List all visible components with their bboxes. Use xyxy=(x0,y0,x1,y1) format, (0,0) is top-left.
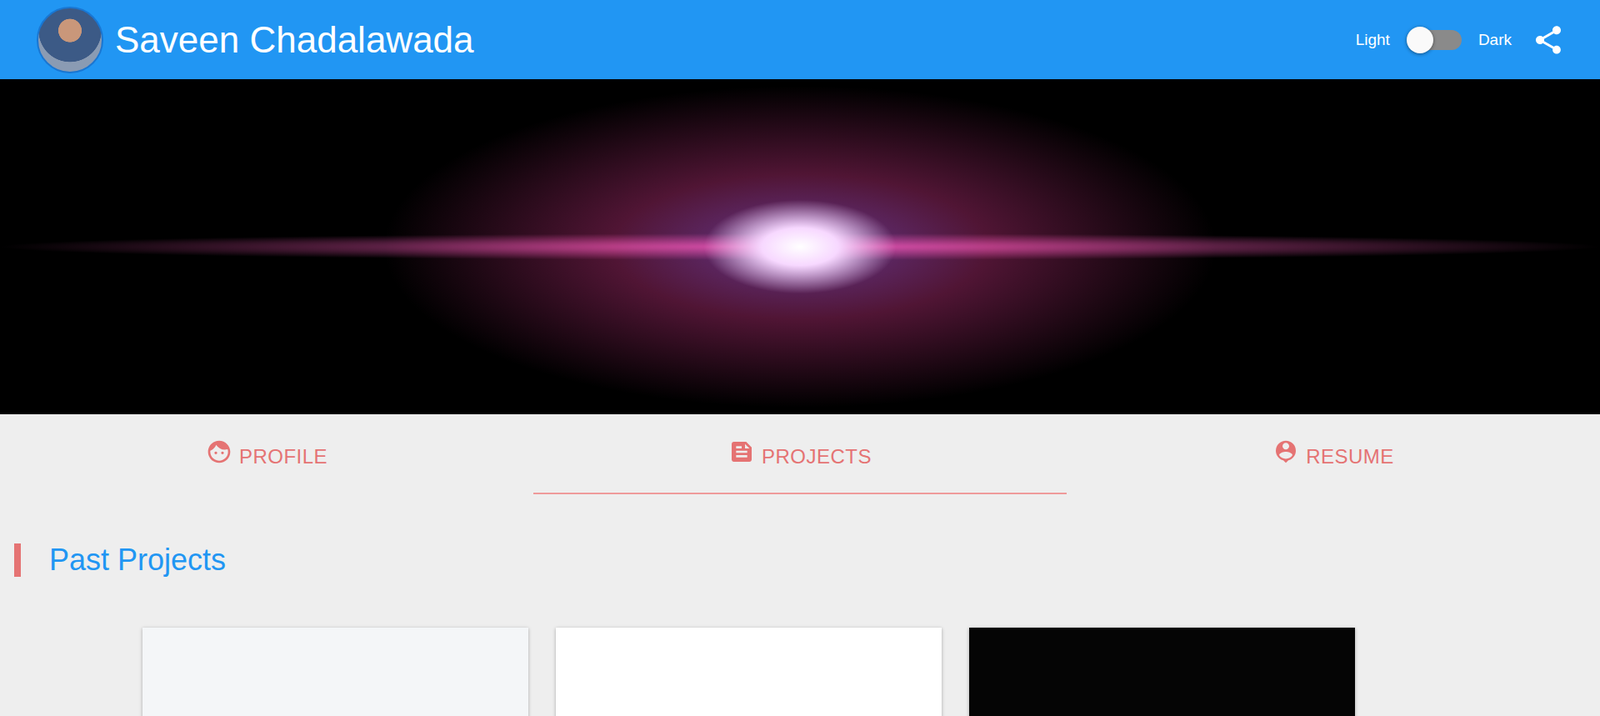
heading-accent xyxy=(14,543,21,577)
project-cards xyxy=(14,627,1586,716)
tab-icon xyxy=(728,438,755,465)
project-card[interactable] xyxy=(969,627,1355,716)
theme-switch[interactable] xyxy=(1406,30,1462,50)
share-icon[interactable] xyxy=(1531,23,1565,57)
tab[interactable]: PROJECTS xyxy=(533,414,1067,495)
app-header: Saveen Chadalawada Light Dark xyxy=(0,0,1600,80)
tab-bar: PROFILE PROJECTS RESUME xyxy=(0,414,1600,495)
tab-icon xyxy=(1272,438,1300,465)
tab-label: RESUME xyxy=(1305,445,1395,469)
header-controls: Light Dark xyxy=(1355,23,1565,57)
avatar xyxy=(36,6,104,74)
tab-icon-wrap xyxy=(1272,438,1300,465)
project-card[interactable] xyxy=(555,627,942,716)
light-label: Light xyxy=(1355,30,1390,50)
tab-icon xyxy=(205,438,233,465)
tab-icon-wrap xyxy=(728,438,755,465)
tab[interactable]: PROFILE xyxy=(0,414,534,495)
site-title: Saveen Chadalawada xyxy=(115,19,475,61)
section-heading: Past Projects xyxy=(14,542,1586,578)
brand: Saveen Chadalawada xyxy=(36,6,475,74)
share-button[interactable] xyxy=(1531,23,1565,57)
tab-label: PROFILE xyxy=(239,445,328,469)
banner-image xyxy=(0,79,1600,415)
tab-icon-wrap xyxy=(205,438,233,465)
tab-label: PROJECTS xyxy=(761,445,872,469)
tab[interactable]: RESUME xyxy=(1066,414,1600,495)
project-card[interactable] xyxy=(142,627,529,716)
switch-knob[interactable] xyxy=(1406,26,1434,54)
projects-section: Past Projects xyxy=(0,494,1600,716)
heading-text: Past Projects xyxy=(49,542,226,578)
page: Saveen Chadalawada Light Dark PROFILE PROJEC… xyxy=(0,0,1600,716)
dark-label: Dark xyxy=(1478,30,1512,50)
